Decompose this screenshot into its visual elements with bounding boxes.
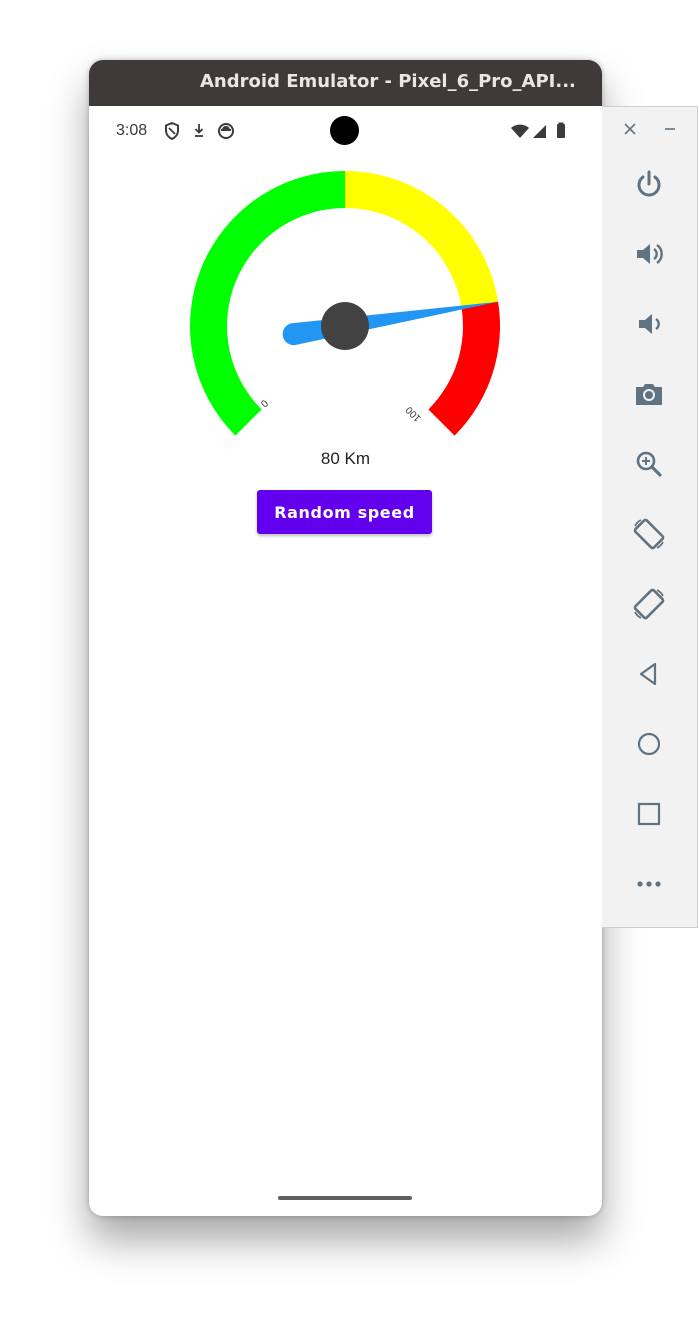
home-button[interactable] bbox=[624, 719, 674, 769]
home-icon bbox=[637, 732, 661, 756]
rotate-right-button[interactable] bbox=[624, 579, 674, 629]
sync-circle-icon bbox=[218, 123, 234, 139]
zone-yellow-arc bbox=[345, 171, 499, 308]
volume-up-button[interactable] bbox=[624, 229, 674, 279]
camera-icon bbox=[636, 384, 662, 405]
close-icon[interactable] bbox=[620, 119, 640, 139]
more-button[interactable] bbox=[624, 859, 674, 909]
rotate-left-icon bbox=[633, 518, 665, 550]
desktop: Android Emulator - Pixel_6_Pro_API... 3:… bbox=[0, 0, 699, 1334]
back-button[interactable] bbox=[624, 649, 674, 699]
speed-value-text: 80 Km bbox=[320, 449, 371, 468]
shield-icon bbox=[165, 121, 179, 141]
gauge-min-label: 0 bbox=[259, 398, 271, 410]
wifi-icon bbox=[511, 124, 529, 138]
window-title: Android Emulator - Pixel_6_Pro_API... bbox=[200, 71, 576, 92]
random-speed-button[interactable]: Random speed bbox=[257, 490, 432, 534]
gauge-hub bbox=[321, 302, 369, 350]
zone-green-arc bbox=[190, 171, 345, 436]
download-arrow-icon bbox=[194, 124, 204, 137]
gauge-zone-yellow bbox=[345, 171, 499, 308]
gauge-max-label: 100 bbox=[404, 404, 424, 424]
status-time: 3:08 bbox=[116, 122, 148, 139]
more-icon bbox=[637, 881, 661, 887]
cellular-signal-icon bbox=[533, 125, 546, 138]
overview-button[interactable] bbox=[624, 789, 674, 839]
back-icon bbox=[639, 662, 657, 686]
gauge-zone-green bbox=[190, 171, 345, 436]
gauge-zone-red bbox=[428, 301, 500, 436]
volume-down-button[interactable] bbox=[624, 299, 674, 349]
power-button[interactable] bbox=[624, 159, 674, 209]
zoom-button[interactable] bbox=[624, 439, 674, 489]
rotate-left-button[interactable] bbox=[624, 509, 674, 559]
camera-cutout bbox=[330, 116, 359, 145]
status-bar: 3:08 bbox=[89, 106, 602, 156]
speedometer-gauge: 0 100 bbox=[190, 171, 500, 436]
title-bar[interactable]: Android Emulator - Pixel_6_Pro_API... bbox=[89, 60, 602, 106]
home-gesture-bar[interactable] bbox=[278, 1196, 412, 1200]
emulator-window: Android Emulator - Pixel_6_Pro_API... 3:… bbox=[89, 60, 602, 1216]
battery-icon bbox=[557, 122, 565, 138]
volume-down-icon bbox=[639, 314, 660, 334]
volume-up-icon bbox=[637, 244, 663, 264]
zone-red-arc bbox=[428, 301, 500, 436]
device-screen: 3:08 0 100 80 Km Random speed bbox=[89, 106, 602, 1216]
power-icon bbox=[637, 170, 661, 197]
zoom-icon bbox=[636, 451, 662, 477]
overview-icon bbox=[637, 802, 661, 826]
emulator-toolbar bbox=[602, 106, 698, 928]
rotate-right-icon bbox=[633, 588, 665, 620]
screenshot-button[interactable] bbox=[624, 369, 674, 419]
minimize-icon[interactable] bbox=[660, 119, 680, 139]
